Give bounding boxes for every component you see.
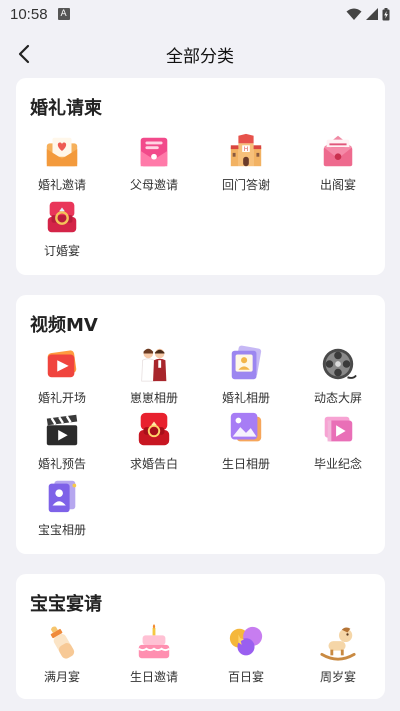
- nav-bar: 全部分类: [0, 36, 400, 72]
- play-icon: [47, 350, 77, 378]
- battery-icon: [382, 7, 390, 20]
- chevron-left-icon: [18, 44, 30, 64]
- category-label: 满月宴: [43, 670, 80, 684]
- category-label: 动态大屏: [313, 391, 362, 405]
- notification-badge-icon: A: [57, 8, 70, 20]
- rocking-horse-icon: [320, 627, 356, 661]
- category-label: 毕业纪念: [313, 457, 362, 471]
- category-item-engagement-banquet[interactable]: 订婚宴: [16, 198, 108, 264]
- category-item-parents-invitation[interactable]: 父母邀请: [108, 132, 200, 198]
- category-item-birthday-invitation[interactable]: 生日邀请: [108, 624, 200, 690]
- category-label: 父母邀请: [129, 178, 178, 192]
- category-item-farewell-banquet[interactable]: 出阁宴: [292, 132, 384, 198]
- category-item-hundred-days-banquet[interactable]: 百日宴: [200, 624, 292, 690]
- category-item-graduation[interactable]: 毕业纪念: [292, 411, 384, 477]
- status-indicators: [346, 7, 390, 21]
- category-label: 百日宴: [227, 670, 264, 684]
- category-label: 订婚宴: [43, 244, 80, 258]
- svg-text:H: H: [244, 147, 248, 153]
- video-icon: [324, 416, 353, 442]
- section-title: 婚礼请柬: [30, 98, 102, 119]
- category-label: 婚礼邀请: [37, 178, 86, 192]
- category-label: 婚礼相册: [221, 391, 270, 405]
- couple-icon: [141, 348, 167, 382]
- video-mv-card: 视频MV 婚礼开场 崽崽相册 婚礼相册 动态大屏 婚礼预告 求婚告白 生日相册 …: [16, 295, 385, 554]
- signal-icon: [366, 8, 378, 20]
- birthday-cake-icon: [138, 624, 170, 659]
- category-item-wedding-opening[interactable]: 婚礼开场: [16, 345, 108, 411]
- baby-album-icon: [48, 480, 77, 513]
- category-item-wedding-trailer[interactable]: 婚礼预告: [16, 411, 108, 477]
- wifi-icon: [346, 8, 362, 20]
- category-label: 婚礼开场: [37, 391, 86, 405]
- back-button[interactable]: [10, 40, 38, 68]
- baby-bottle-icon: [50, 626, 75, 659]
- baby-banquet-card: 宝宝宴请 满月宴 生日邀请 百日宴 周岁宴: [16, 574, 385, 699]
- balloons-icon: [229, 626, 263, 656]
- category-item-wedding-invitation[interactable]: 婚礼邀请: [16, 132, 108, 198]
- castle-icon: H: [230, 133, 262, 167]
- category-item-first-birthday-banquet[interactable]: 周岁宴: [292, 624, 384, 690]
- category-label: 回门答谢: [221, 178, 270, 192]
- page-title: 全部分类: [166, 46, 234, 67]
- status-time: 10:58: [10, 5, 48, 23]
- envelope-heart-icon: [46, 137, 78, 167]
- pink-invitation-icon: [140, 137, 168, 167]
- category-item-kids-album[interactable]: 崽崽相册: [108, 345, 200, 411]
- status-bar: 10:58 A: [0, 0, 400, 28]
- category-label: 出阁宴: [319, 178, 356, 192]
- category-item-proposal[interactable]: 求婚告白: [108, 411, 200, 477]
- section-title: 视频MV: [30, 315, 98, 336]
- category-label: 求婚告白: [129, 457, 178, 471]
- letter-icon: [323, 135, 353, 167]
- clapperboard-icon: [46, 414, 78, 446]
- category-label: 婚礼预告: [37, 457, 86, 471]
- category-item-baby-album[interactable]: 宝宝相册: [16, 477, 108, 543]
- wedding-invitation-card: 婚礼请柬 婚礼邀请 父母邀请 H 回门答谢 出阁宴 订婚宴: [16, 78, 385, 275]
- category-label: 周岁宴: [319, 670, 356, 684]
- category-label: 生日邀请: [129, 670, 178, 684]
- category-item-full-month-banquet[interactable]: 满月宴: [16, 624, 108, 690]
- section-title: 宝宝宴请: [30, 594, 102, 615]
- red-ring-box-icon: [138, 412, 170, 446]
- category-label: 生日相册: [221, 457, 270, 471]
- film-reel-icon: [322, 348, 357, 380]
- ring-box-icon: [47, 201, 77, 233]
- category-label: 宝宝相册: [37, 523, 86, 537]
- category-item-dynamic-screen[interactable]: 动态大屏: [292, 345, 384, 411]
- category-item-return-thanks[interactable]: H 回门答谢: [200, 132, 292, 198]
- picture-icon: [230, 412, 262, 442]
- category-label: 崽崽相册: [129, 391, 178, 405]
- category-item-birthday-album[interactable]: 生日相册: [200, 411, 292, 477]
- photo-frame-icon: [231, 345, 262, 380]
- category-item-wedding-album[interactable]: 婚礼相册: [200, 345, 292, 411]
